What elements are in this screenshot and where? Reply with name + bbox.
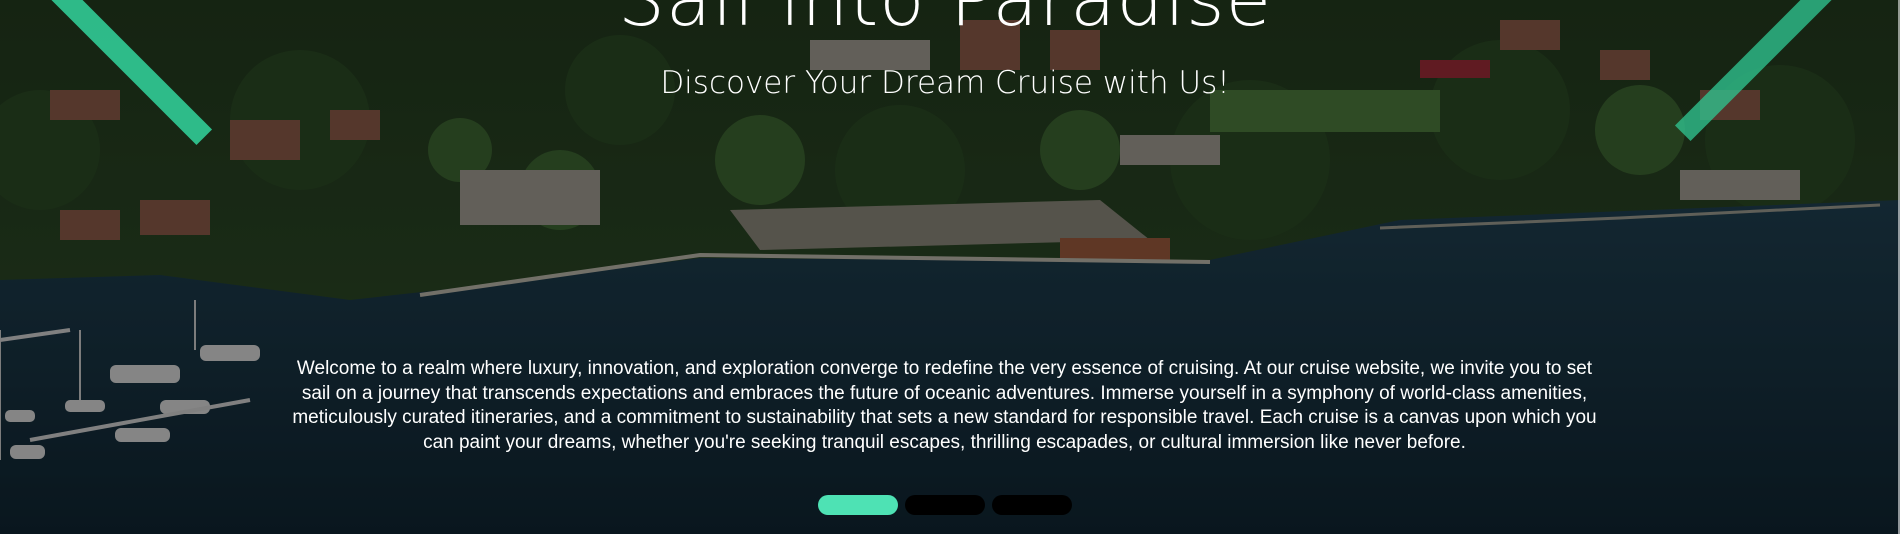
slide-dot-1[interactable]: [818, 495, 898, 515]
slider-pagination: [818, 495, 1078, 517]
slide-dot-2[interactable]: [905, 495, 985, 515]
hero-description: Welcome to a realm where luxury, innovat…: [292, 358, 1597, 453]
hero-subtitle: Discover Your Dream Cruise with Us!: [660, 65, 1230, 101]
hero-section: Sail into Paradise Discover Your Dream C…: [0, 0, 1900, 534]
hero-title: Sail into Paradise: [617, 0, 1273, 43]
slide-dot-3[interactable]: [992, 495, 1072, 515]
